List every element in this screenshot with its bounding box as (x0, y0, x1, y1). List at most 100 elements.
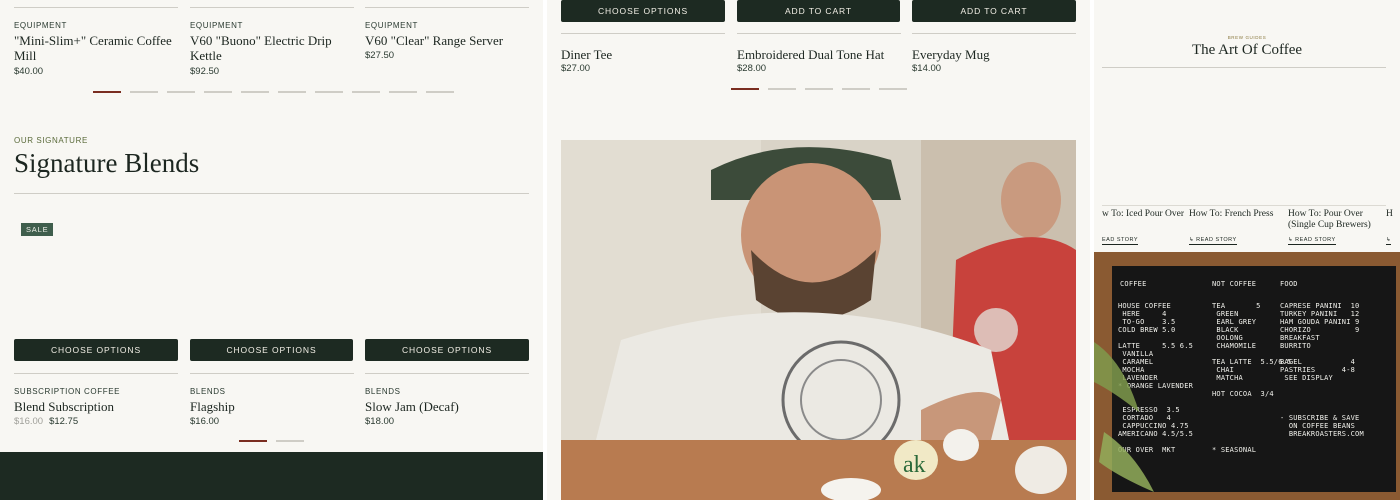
divider (190, 373, 354, 374)
choose-options-button[interactable]: CHOOSE OPTIONS (14, 339, 178, 361)
carousel-dot[interactable] (278, 91, 306, 93)
menu-line: BAGEL 4 (1280, 358, 1356, 366)
menu-line: CHORIZO 9 (1280, 326, 1360, 334)
menu-line: HAM GOUDA PANINI 9 (1280, 318, 1360, 326)
signature-blends-panel: EQUIPMENT "Mini-Slim+" Ceramic Coffee Mi… (0, 0, 543, 500)
footer-band (0, 452, 543, 500)
cup-logo: ak (903, 452, 926, 478)
carousel-dot[interactable] (276, 440, 304, 442)
product-category: SUBSCRIPTION COFFEE (14, 387, 121, 396)
section-eyebrow: BREW GUIDES (1227, 35, 1267, 40)
arrow-icon: ↳ (1386, 237, 1392, 243)
story-title[interactable]: H (1386, 209, 1393, 220)
menu-col-food: CAPRESE PANINI 10 TURKEY PANINI 12 HAM GOU… (1280, 302, 1364, 438)
carousel-pagination (239, 440, 304, 442)
product-category: EQUIPMENT (365, 21, 418, 30)
choose-options-button[interactable]: CHOOSE OPTIONS (561, 0, 725, 22)
product-price: $40.00 (14, 66, 44, 77)
original-price: $16.00 (14, 416, 44, 427)
carousel-dot[interactable] (93, 91, 121, 93)
divider (561, 33, 725, 34)
menu-line: SEE DISPLAY (1280, 374, 1333, 382)
carousel-dot[interactable] (241, 91, 269, 93)
menu-line: BREAKFAST (1280, 334, 1320, 342)
story-title-line: How To: Pour Over (1288, 209, 1363, 219)
carousel-pagination (731, 88, 907, 90)
menu-line: ON COFFEE BEANS (1280, 422, 1356, 430)
sale-badge: SALE (21, 223, 54, 236)
product-title[interactable]: V60 "Clear" Range Server (365, 33, 525, 48)
carousel-dot[interactable] (426, 91, 454, 93)
merch-panel: CHOOSE OPTIONS ADD TO CART ADD TO CART D… (547, 0, 1090, 500)
carousel-pagination (93, 91, 454, 93)
choose-options-button[interactable]: CHOOSE OPTIONS (190, 339, 353, 361)
menu-line: BURRITO (1280, 342, 1311, 350)
menu-line: * SEASONAL (1212, 446, 1257, 454)
carousel-dot[interactable] (389, 91, 417, 93)
carousel-dot[interactable] (167, 91, 195, 93)
menu-board-photo: COFFEE NOT COFFEE FOOD HOUSE COFFEE HERE… (1094, 252, 1400, 500)
section-title: Signature Blends (14, 148, 200, 178)
product-price: $28.00 (737, 63, 767, 74)
story-title-line: (Single Cup Brewers) (1288, 220, 1371, 230)
product-price: $27.00 (561, 63, 591, 74)
divider (14, 7, 178, 8)
divider (365, 7, 529, 8)
divider (912, 33, 1076, 34)
product-title[interactable]: Everyday Mug (912, 47, 990, 62)
product-title[interactable]: Embroidered Dual Tone Hat (737, 47, 884, 62)
story-title[interactable]: How To: Pour Over (Single Cup Brewers) (1288, 209, 1371, 231)
read-story-link[interactable]: ↳ READ STORY (1189, 237, 1237, 245)
carousel-dot[interactable] (315, 91, 343, 93)
product-price: $14.00 (912, 63, 942, 74)
carousel-dot[interactable] (879, 88, 907, 90)
story-title[interactable]: How To: French Press (1189, 209, 1273, 220)
product-title[interactable]: Diner Tee (561, 47, 612, 62)
menu-line: BREAKROASTERS.COM (1280, 430, 1364, 438)
product-title[interactable]: Flagship (190, 399, 235, 414)
sale-price: $12.75 (49, 416, 79, 427)
product-title[interactable]: "Mini-Slim+" Ceramic Coffee Mill (14, 33, 174, 63)
product-title[interactable]: Slow Jam (Decaf) (365, 399, 459, 414)
product-title[interactable]: V60 "Buono" Electric Drip Kettle (190, 33, 340, 63)
carousel-dot[interactable] (731, 88, 759, 90)
story-title[interactable]: w To: Iced Pour Over (1102, 209, 1184, 220)
menu-col-header: FOOD (1280, 280, 1298, 288)
product-category: EQUIPMENT (190, 21, 243, 30)
section-eyebrow: OUR SIGNATURE (14, 136, 88, 145)
carousel-dot[interactable] (204, 91, 232, 93)
product-category: BLENDS (365, 387, 401, 396)
plant-leaves (1094, 342, 1154, 492)
product-price: $18.00 (365, 416, 395, 427)
carousel-dot[interactable] (239, 440, 267, 442)
menu-line (1280, 390, 1364, 398)
read-story-label: READ STORY (1295, 237, 1336, 243)
add-to-cart-button[interactable]: ADD TO CART (737, 0, 900, 22)
menu-board: COFFEE NOT COFFEE FOOD HOUSE COFFEE HERE… (1112, 266, 1396, 492)
read-story-link[interactable]: ↳ READ STORY (1288, 237, 1336, 245)
menu-line (1280, 382, 1364, 390)
carousel-dot[interactable] (352, 91, 380, 93)
product-title[interactable]: Blend Subscription (14, 399, 114, 414)
choose-options-button[interactable]: CHOOSE OPTIONS (365, 339, 529, 361)
menu-line (1212, 438, 1291, 446)
carousel-dot[interactable] (805, 88, 833, 90)
carousel-dot[interactable] (768, 88, 796, 90)
menu-line: - SUBSCRIBE & SAVE (1280, 414, 1360, 422)
divider (190, 7, 354, 8)
divider (365, 373, 529, 374)
menu-line: PASTRIES 4-8 (1280, 366, 1356, 374)
product-category: EQUIPMENT (14, 21, 67, 30)
read-story-link[interactable]: EAD STORY (1102, 237, 1139, 245)
menu-line: CAPRESE PANINI 10 (1280, 302, 1360, 310)
menu-col-header: NOT COFFEE (1212, 280, 1257, 288)
menu-line: TURKEY PANINI 12 (1280, 310, 1360, 318)
brew-guides-panel: BREW GUIDES The Art Of Coffee w To: Iced… (1094, 0, 1400, 500)
add-to-cart-button[interactable]: ADD TO CART (912, 0, 1076, 22)
divider (14, 373, 178, 374)
carousel-dot[interactable] (842, 88, 870, 90)
read-story-link[interactable]: ↳ (1386, 237, 1392, 245)
divider (1102, 205, 1386, 206)
photo-illustration: ak (561, 140, 1076, 500)
carousel-dot[interactable] (130, 91, 158, 93)
